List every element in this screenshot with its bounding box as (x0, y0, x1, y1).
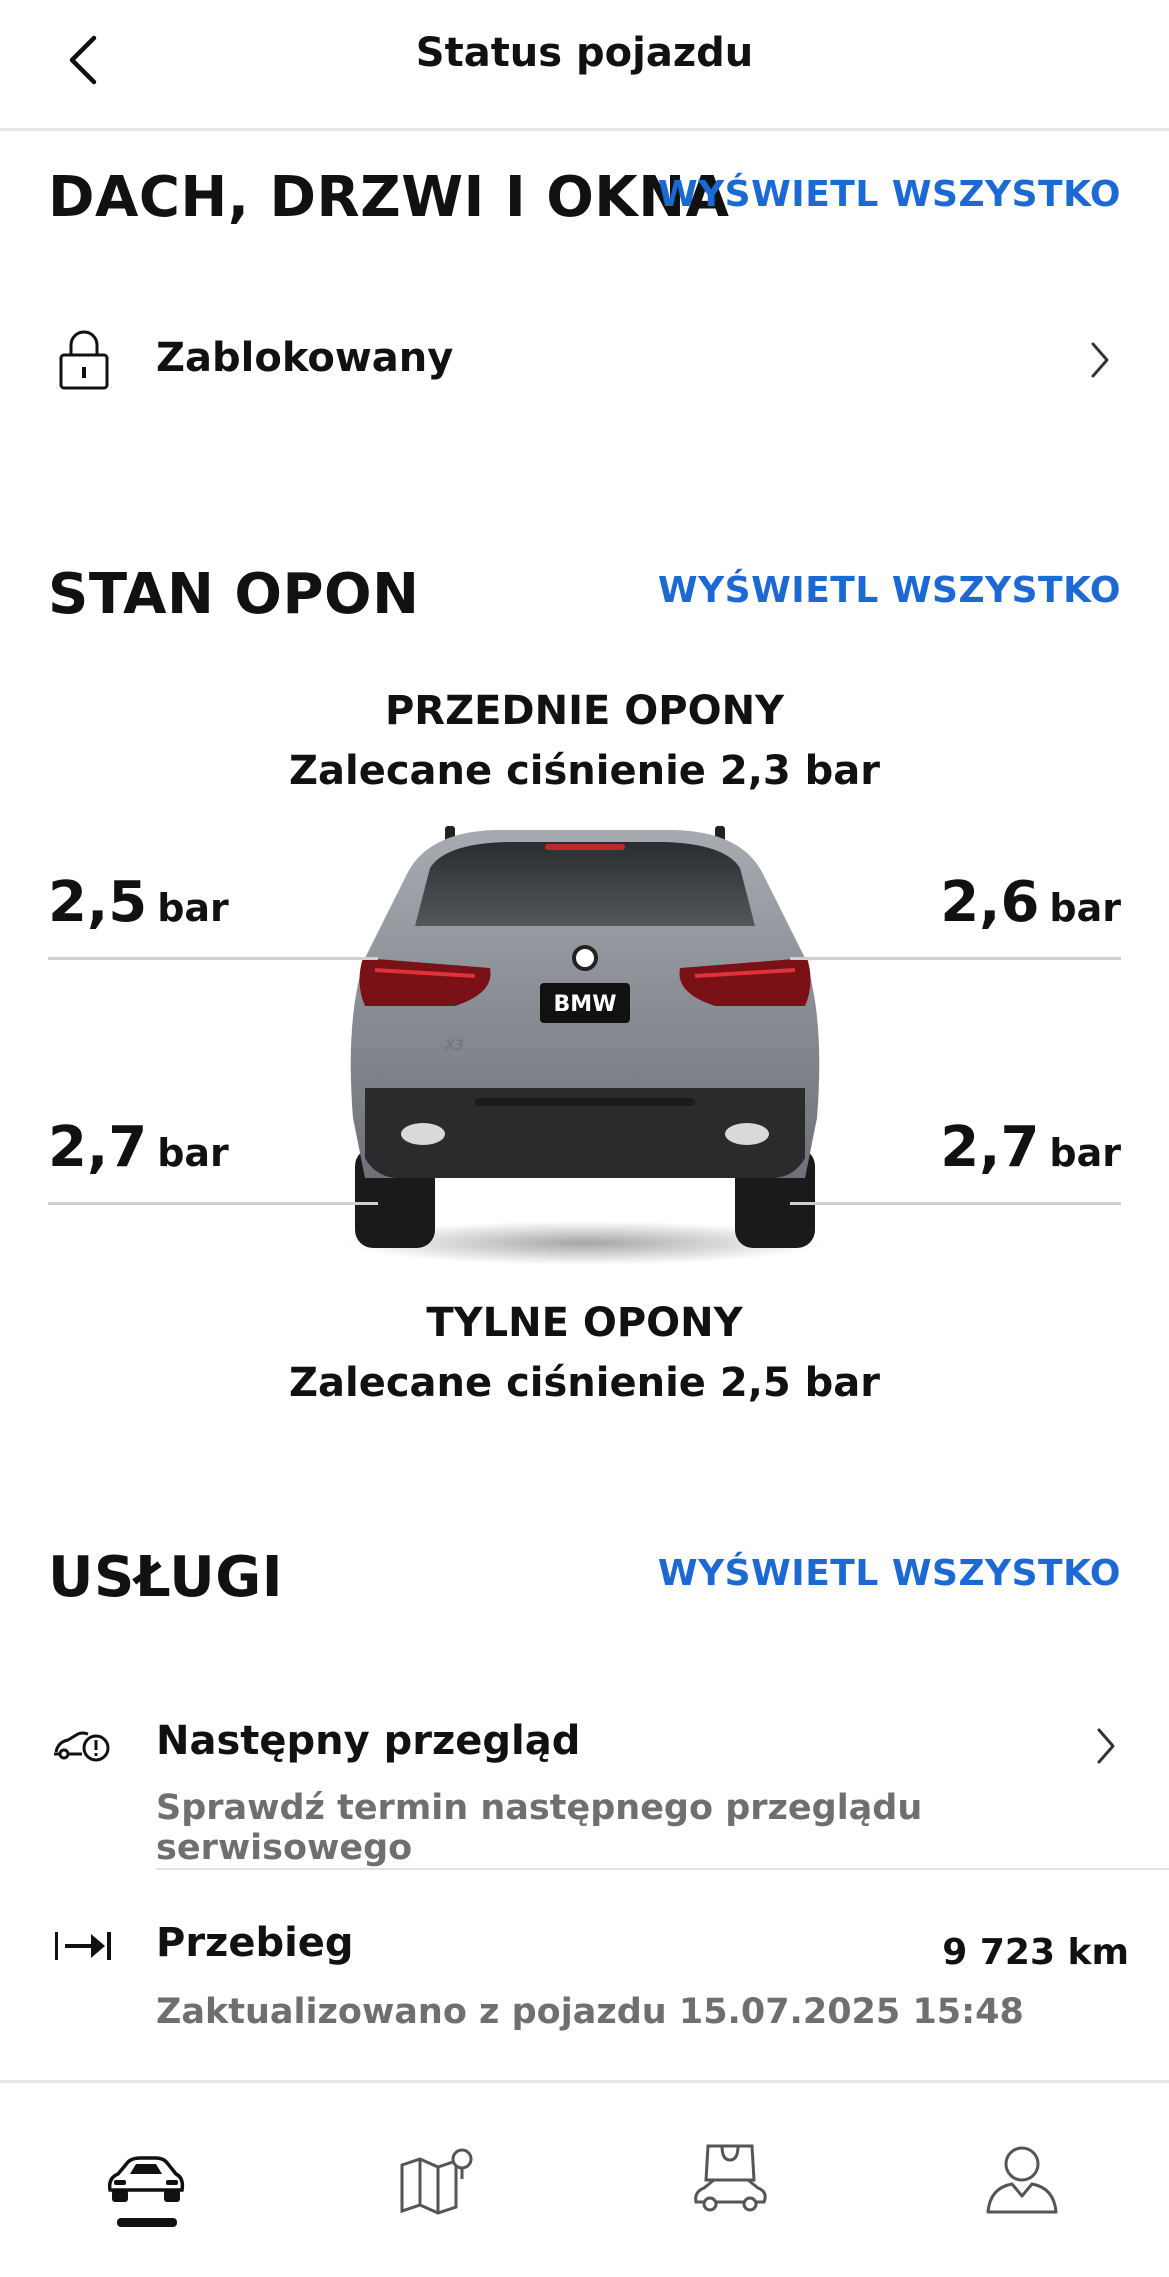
tyre-rear-right-unit: bar (1049, 1131, 1121, 1175)
bottom-tab-bar (0, 2080, 1169, 2277)
tyre-front-left: 2,5 bar (48, 870, 229, 935)
padlock-closed-icon (52, 326, 116, 394)
car-service-warning-icon (50, 1724, 116, 1768)
mileage-updated-sub: Zaktualizowano z pojazdu 15.07.2025 15:4… (156, 1992, 1024, 2032)
tyre-front-left-value: 2,5 (48, 870, 148, 935)
tyre-front-right-unit: bar (1049, 886, 1121, 930)
tyre-rear-left: 2,7 bar (48, 1115, 229, 1180)
tyre-front-right-line (790, 957, 1121, 960)
arrow-to-line-icon (52, 1926, 116, 1966)
person-icon (986, 2146, 1058, 2214)
car-model-text: X3 (444, 1038, 464, 1054)
tyre-rear-left-unit: bar (157, 1131, 229, 1175)
rear-recommended-pressure: Zalecane ciśnienie 2,5 bar (289, 1360, 880, 1406)
services-divider (156, 1868, 1169, 1870)
tyre-rear-left-line (48, 1202, 378, 1205)
chevron-right-icon (1082, 336, 1118, 384)
page-title: Status pojazdu (415, 30, 754, 76)
active-tab-indicator (117, 2218, 177, 2227)
next-service-row[interactable]: Następny przegląd Sprawdź termin następn… (0, 1700, 1169, 1868)
tyre-front-left-line (48, 957, 378, 960)
shopping-bag-car-icon (694, 2144, 767, 2212)
tyres-view-all-link[interactable]: WYŚWIETL WSZYSTKO (658, 570, 1121, 611)
next-service-label: Następny przegląd (156, 1718, 581, 1764)
doors-view-all-link[interactable]: WYŚWIETL WSZYSTKO (658, 174, 1121, 215)
car-badge-text: BMW (554, 992, 617, 1017)
front-tyres-title: PRZEDNIE OPONY (384, 688, 785, 734)
services-section-title: USŁUGI (48, 1545, 284, 1610)
car-rear-image: BMW X3 (335, 818, 835, 1268)
tab-map[interactable] (292, 2083, 584, 2277)
tyre-rear-right: 2,7 bar (940, 1115, 1121, 1180)
doors-section-title: DACH, DRZWI I OKNA (48, 165, 730, 230)
car-icon (107, 2156, 185, 2202)
mileage-value: 9 723 km (942, 1932, 1129, 1973)
tyre-rear-left-value: 2,7 (48, 1115, 148, 1180)
mileage-label: Przebieg (156, 1920, 354, 1966)
app-header: Status pojazdu (0, 0, 1169, 131)
tyre-front-left-unit: bar (157, 886, 229, 930)
tyre-rear-right-value: 2,7 (940, 1115, 1040, 1180)
lock-status-row[interactable]: Zablokowany (0, 300, 1169, 420)
tyre-front-right: 2,6 bar (940, 870, 1121, 935)
chevron-right-icon (1088, 1722, 1124, 1770)
front-recommended-pressure: Zalecane ciśnienie 2,3 bar (289, 748, 880, 794)
tyre-front-right-value: 2,6 (940, 870, 1040, 935)
tab-shop[interactable] (584, 2083, 876, 2277)
rear-tyres-title: TYLNE OPONY (426, 1300, 743, 1346)
tyre-rear-right-line (790, 1202, 1121, 1205)
lock-status-label: Zablokowany (156, 335, 454, 381)
services-view-all-link[interactable]: WYŚWIETL WSZYSTKO (658, 1553, 1121, 1594)
mileage-row: Przebieg 9 723 km Zaktualizowano z pojaz… (0, 1900, 1169, 2060)
tyres-section-title: STAN OPON (48, 562, 420, 627)
next-service-sub: Sprawdź termin następnego przeglądu serw… (156, 1788, 923, 1868)
tab-profile[interactable] (876, 2083, 1168, 2277)
tab-vehicle[interactable] (0, 2083, 292, 2277)
map-pin-icon (400, 2148, 473, 2215)
